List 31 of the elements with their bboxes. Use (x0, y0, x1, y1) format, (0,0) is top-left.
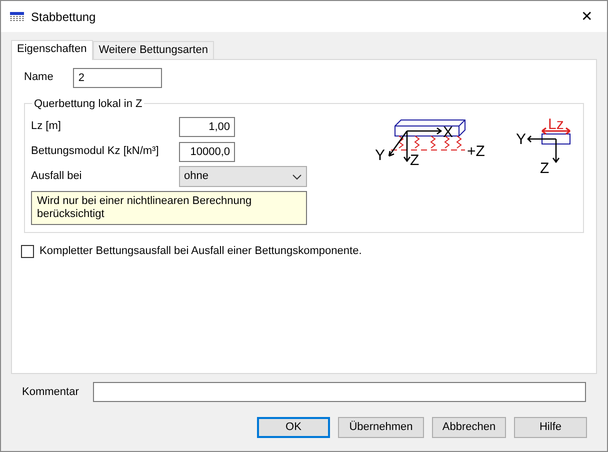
dialog-button[interactable]: OK (257, 417, 330, 438)
number-field[interactable]: 1,00 (179, 116, 235, 136)
field-label: Lz [m] (31, 119, 62, 134)
comment-label: Kommentar (22, 384, 79, 400)
section-drawing (527, 127, 571, 164)
dialog-button[interactable]: Abbrechen (432, 417, 506, 438)
axis-label: Z (410, 152, 420, 169)
axis-label: Lz (548, 118, 564, 133)
dialog-button[interactable]: Übernehmen (338, 417, 424, 438)
field-label: Ausfall bei (31, 169, 83, 184)
tab[interactable]: Weitere Bettungsarten (92, 41, 214, 59)
comment-field[interactable] (92, 382, 586, 402)
name-label: Name (24, 70, 54, 86)
axis-label: +Z (467, 143, 485, 160)
window-title: Stabbettung (31, 8, 96, 26)
name-field[interactable]: 2 (73, 68, 162, 88)
hint-text: Wird nur bei einer nichtlinearen Berechnung berücksichtigt (31, 191, 307, 225)
bedding-icon (9, 10, 25, 22)
close-button[interactable]: ✕ (575, 6, 599, 27)
field-label: Bettungsmodul Kz [kN/m³] (31, 144, 160, 160)
axis-label: Y (375, 147, 386, 164)
axis-label: Z (540, 160, 550, 177)
dialog-button[interactable]: Hilfe (514, 417, 587, 438)
tab[interactable]: Eigenschaften (11, 40, 93, 60)
checkbox[interactable] (21, 244, 34, 258)
dropdown[interactable]: ohne (179, 166, 307, 187)
chevron-down-icon (292, 174, 302, 180)
group-title: Querbettung lokal in Z (32, 96, 144, 112)
checkbox-label: Kompletter Bettungsausfall bei Ausfall einer Bettungskomponente. (40, 244, 362, 259)
number-field[interactable]: 10000,0 (179, 142, 235, 162)
axis-label: Y (516, 131, 526, 148)
